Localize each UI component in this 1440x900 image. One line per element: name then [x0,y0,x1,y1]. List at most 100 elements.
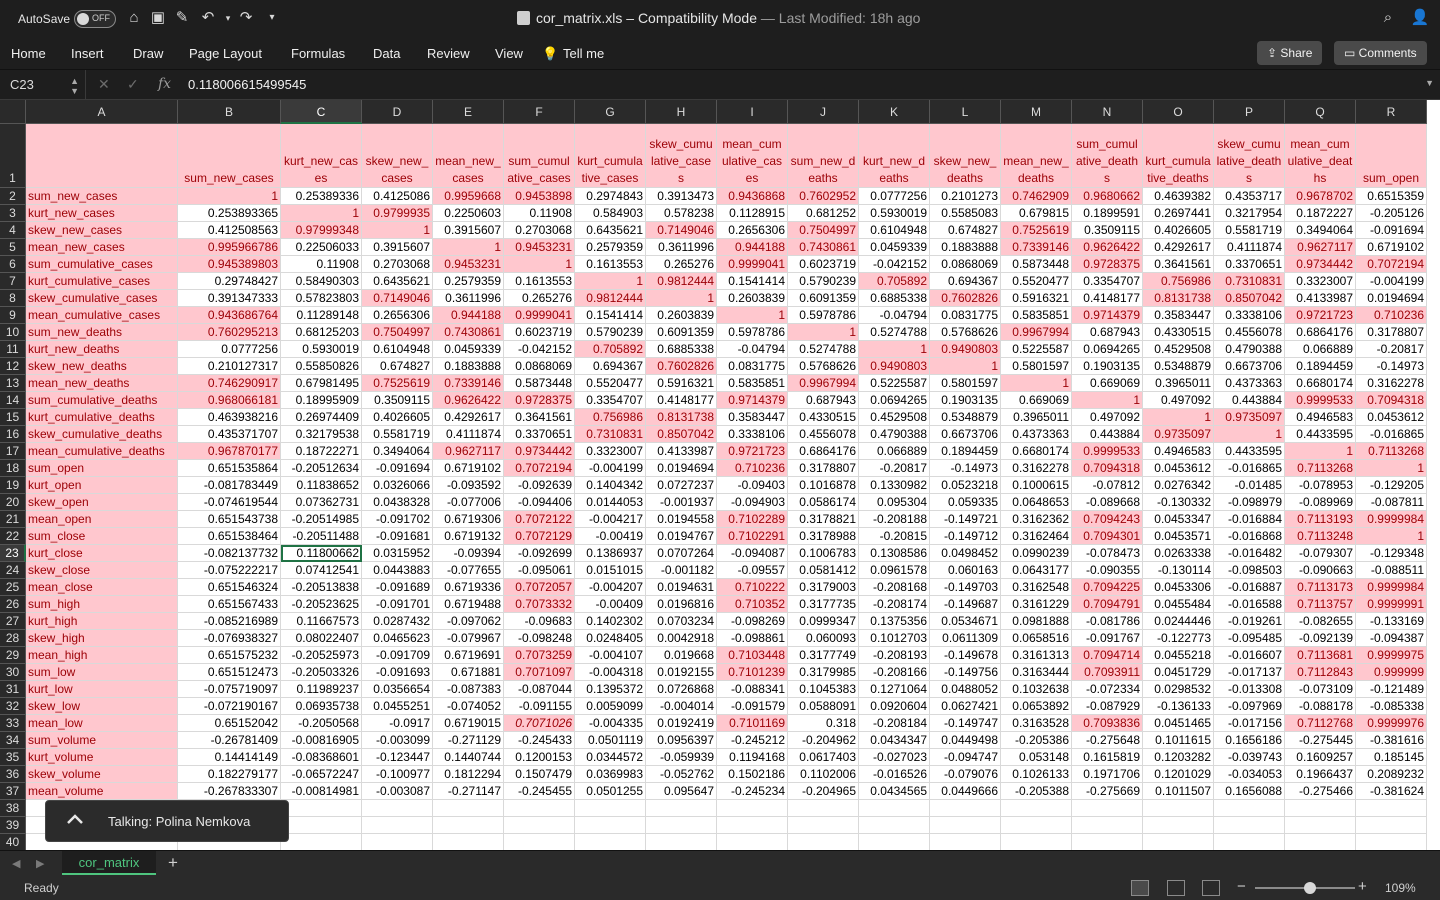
data-cell[interactable]: 0.3178807 [1356,324,1427,341]
data-cell[interactable]: 0.14414149 [178,749,281,766]
data-cell[interactable]: 0.0287432 [362,613,433,630]
tab-view[interactable]: View [495,46,523,61]
data-cell[interactable]: 0.3161313 [1001,647,1072,664]
data-cell[interactable]: 0.0617403 [788,749,859,766]
data-cell[interactable]: -0.091681 [362,528,433,545]
data-cell[interactable]: -0.149756 [930,664,1001,681]
data-cell[interactable]: 0.185145 [1356,749,1427,766]
data-cell[interactable]: 0.7525619 [1001,222,1072,239]
data-cell[interactable]: 0.066889 [859,443,930,460]
data-cell[interactable]: 0.0276342 [1143,477,1214,494]
data-cell[interactable]: 0.9721723 [1285,307,1356,324]
data-cell[interactable]: 0.6719306 [433,511,504,528]
row-label-cell[interactable]: sum_open [26,460,178,477]
data-cell[interactable]: 0.0194631 [646,579,717,596]
data-cell[interactable]: 0.7071026 [504,715,575,732]
empty-cell[interactable] [788,834,859,850]
row-header-16[interactable]: 16 [0,426,26,443]
data-cell[interactable]: -0.130114 [1143,562,1214,579]
row-header-25[interactable]: 25 [0,579,26,596]
data-cell[interactable]: 0.5978786 [788,307,859,324]
data-cell[interactable]: 0.7310831 [575,426,646,443]
cancel-icon[interactable]: ✕ [98,76,110,93]
data-cell[interactable]: -0.09683 [504,613,575,630]
data-cell[interactable]: -0.016868 [1214,528,1285,545]
data-cell[interactable]: 0.9967994 [1001,324,1072,341]
data-cell[interactable]: 0.0298532 [1143,681,1214,698]
header-cell[interactable]: skew_new_deaths [930,124,1001,188]
data-cell[interactable]: 0.0144053 [575,494,646,511]
data-cell[interactable]: 1 [1143,409,1214,426]
data-cell[interactable]: 0.7094791 [1072,596,1143,613]
redo-icon[interactable]: ↷ [236,8,256,28]
column-header-m[interactable]: M [1001,100,1072,124]
data-cell[interactable]: 0.4330515 [1143,324,1214,341]
row-label-cell[interactable]: kurt_volume [26,749,178,766]
data-cell[interactable]: 0.4148177 [646,392,717,409]
data-cell[interactable]: -0.087929 [1072,698,1143,715]
row-label-cell[interactable]: mean_open [26,511,178,528]
data-cell[interactable]: -0.078953 [1285,477,1356,494]
data-cell[interactable]: 1 [178,188,281,205]
column-header-l[interactable]: L [930,100,1001,124]
empty-cell[interactable] [788,817,859,834]
data-cell[interactable]: 0.3965011 [1143,375,1214,392]
data-cell[interactable]: 0.6023719 [504,324,575,341]
data-cell[interactable]: 0.756986 [575,409,646,426]
data-cell[interactable]: 1 [433,239,504,256]
tab-insert[interactable]: Insert [71,46,104,61]
data-cell[interactable]: 0.710352 [717,596,788,613]
data-cell[interactable]: 0.9999984 [1356,579,1427,596]
empty-cell[interactable] [646,834,717,850]
data-cell[interactable]: -0.271147 [433,783,504,800]
data-cell[interactable]: 0.7525619 [362,375,433,392]
call-toast[interactable]: Talking: Polina Nemkova [45,800,289,842]
row-header-21[interactable]: 21 [0,511,26,528]
data-cell[interactable]: -0.20514985 [281,511,362,528]
data-cell[interactable]: -0.004199 [575,460,646,477]
data-cell[interactable]: -0.0917 [362,715,433,732]
edit-icon[interactable]: ✎ [172,8,192,28]
data-cell[interactable]: -0.004335 [575,715,646,732]
data-cell[interactable]: 0.5581719 [1214,222,1285,239]
data-cell[interactable]: 0.7113757 [1285,596,1356,613]
data-cell[interactable]: 0.0151015 [575,562,646,579]
data-cell[interactable]: -0.01485 [1214,477,1285,494]
empty-cell[interactable] [575,800,646,817]
data-cell[interactable]: 0.2603839 [717,290,788,307]
data-cell[interactable]: 0.1386937 [575,545,646,562]
row-header-13[interactable]: 13 [0,375,26,392]
empty-cell[interactable] [1001,817,1072,834]
data-cell[interactable]: -0.093592 [433,477,504,494]
data-cell[interactable]: 0.1045383 [788,681,859,698]
data-cell[interactable]: 0.5790239 [788,273,859,290]
data-cell[interactable]: 0.497092 [1072,409,1143,426]
data-cell[interactable]: -0.098269 [717,613,788,630]
row-label-cell[interactable]: sum_cumulative_cases [26,256,178,273]
data-cell[interactable]: 0.3611996 [646,239,717,256]
data-cell[interactable]: 0.1541414 [717,273,788,290]
data-cell[interactable]: 0.6680174 [1285,375,1356,392]
data-cell[interactable]: -0.245212 [717,732,788,749]
data-cell[interactable]: 0.066889 [1285,341,1356,358]
data-cell[interactable]: 0.7602952 [788,188,859,205]
data-cell[interactable]: -0.087811 [1356,494,1427,511]
data-cell[interactable]: -0.092699 [504,545,575,562]
data-cell[interactable]: -0.077006 [433,494,504,511]
data-cell[interactable]: 0.674827 [930,222,1001,239]
page-break-view-icon[interactable] [1202,880,1220,896]
row-header-38[interactable]: 38 [0,800,26,817]
data-cell[interactable]: 1 [717,307,788,324]
data-cell[interactable]: 0.11838652 [281,477,362,494]
column-header-i[interactable]: I [717,100,788,124]
empty-cell[interactable] [717,817,788,834]
header-cell[interactable]: sum_new_deaths [788,124,859,188]
data-cell[interactable]: -0.136133 [1143,698,1214,715]
data-cell[interactable]: -0.019261 [1214,613,1285,630]
data-cell[interactable]: 0.3965011 [1001,409,1072,426]
empty-cell[interactable] [1214,817,1285,834]
data-cell[interactable]: -0.205386 [1001,732,1072,749]
data-cell[interactable]: -0.091709 [362,647,433,664]
column-header-b[interactable]: B [178,100,281,124]
data-cell[interactable]: -0.094406 [504,494,575,511]
